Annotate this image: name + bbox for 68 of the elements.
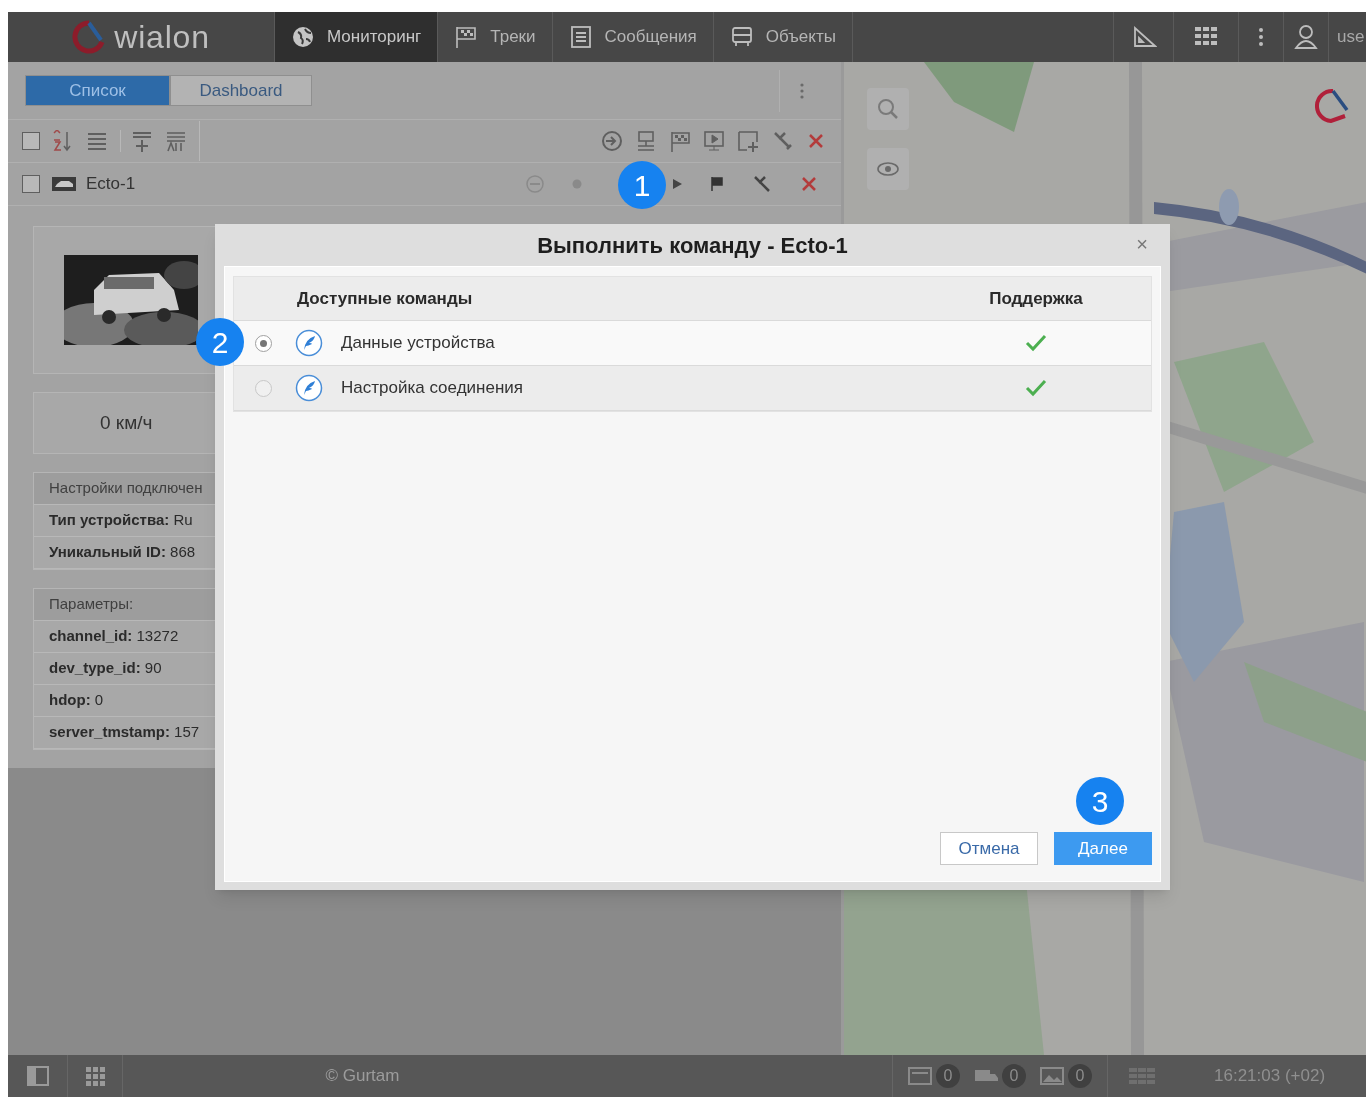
flag-button[interactable] <box>669 130 691 152</box>
count-badge: 0 <box>1002 1064 1026 1088</box>
expand-list-icon <box>131 130 153 152</box>
eye-icon <box>877 162 899 176</box>
column-header: Доступные команды <box>297 287 474 310</box>
wrench-icon <box>771 130 793 152</box>
checkbox[interactable] <box>22 132 40 150</box>
list-icon <box>86 130 108 152</box>
apps-grid-icon <box>85 1066 105 1086</box>
expand-list-button[interactable] <box>120 130 153 152</box>
command-name[interactable]: Данные устройства <box>341 330 921 356</box>
dot-icon <box>572 179 582 189</box>
flag-icon <box>711 177 723 191</box>
document-icon <box>568 25 593 49</box>
view-tab[interactable]: Dashboard <box>170 75 312 106</box>
arrow-circle-icon <box>601 130 623 152</box>
user-icon <box>1293 24 1319 50</box>
clock-text: 16:21:03 (+02) <box>1213 1065 1327 1088</box>
sort-icon <box>52 130 74 152</box>
minus-circle-icon <box>526 175 544 193</box>
close-button[interactable]: × <box>1136 234 1148 254</box>
image-icon[interactable] <box>1040 1065 1064 1087</box>
wrench-button[interactable] <box>771 130 793 152</box>
play-screen-button[interactable] <box>703 130 725 152</box>
count-badge: 0 <box>936 1064 960 1088</box>
add-screen-button[interactable] <box>737 130 759 152</box>
feather-icon <box>295 329 323 357</box>
view-tab[interactable]: Список <box>25 75 170 106</box>
radio-button[interactable] <box>255 379 272 397</box>
more-icon <box>1258 27 1264 47</box>
car-icon <box>52 177 76 191</box>
count-badge: 0 <box>1068 1064 1092 1088</box>
arrow-circle-button[interactable] <box>601 130 623 152</box>
feather-icon <box>295 374 323 402</box>
add-screen-icon <box>737 130 759 152</box>
list-button[interactable] <box>86 130 108 152</box>
play-icon <box>672 178 683 190</box>
globe-icon <box>291 25 315 49</box>
column-header: Поддержка <box>988 287 1084 310</box>
network-icon <box>635 130 657 152</box>
all-list-button[interactable] <box>165 130 187 152</box>
search-icon <box>877 98 899 120</box>
copyright-text: © Gurtam <box>325 1065 400 1088</box>
logo-icon <box>72 20 107 54</box>
grid-icon[interactable] <box>1128 1067 1156 1085</box>
nav-tab[interactable]: Мониторинг <box>275 12 439 62</box>
search-button[interactable] <box>867 88 909 130</box>
dialog-title: Выполнить команду - Ecto-1 <box>537 231 848 260</box>
checkbox[interactable] <box>22 175 40 193</box>
device-icon[interactable] <box>908 1065 932 1087</box>
panel-icon <box>26 1066 49 1086</box>
wrench-icon <box>751 174 771 194</box>
bus-icon <box>729 25 754 49</box>
network-button[interactable] <box>635 130 657 152</box>
sort-button[interactable] <box>52 130 74 152</box>
next-button[interactable]: Далее <box>1054 832 1152 865</box>
radio-button[interactable] <box>255 334 272 352</box>
logo-text: wialon <box>114 21 210 53</box>
all-list-icon <box>165 130 187 152</box>
more-icon <box>799 81 805 100</box>
cancel-button[interactable]: Отмена <box>940 832 1038 865</box>
flag-icon <box>454 25 479 49</box>
speed-value: 0 км/ч <box>100 410 153 435</box>
flag-icon <box>669 130 691 152</box>
unit-name[interactable]: Ecto-1 <box>86 171 136 197</box>
play-screen-icon <box>703 130 725 152</box>
visibility-button[interactable] <box>867 148 909 190</box>
logo-icon <box>1315 88 1351 124</box>
